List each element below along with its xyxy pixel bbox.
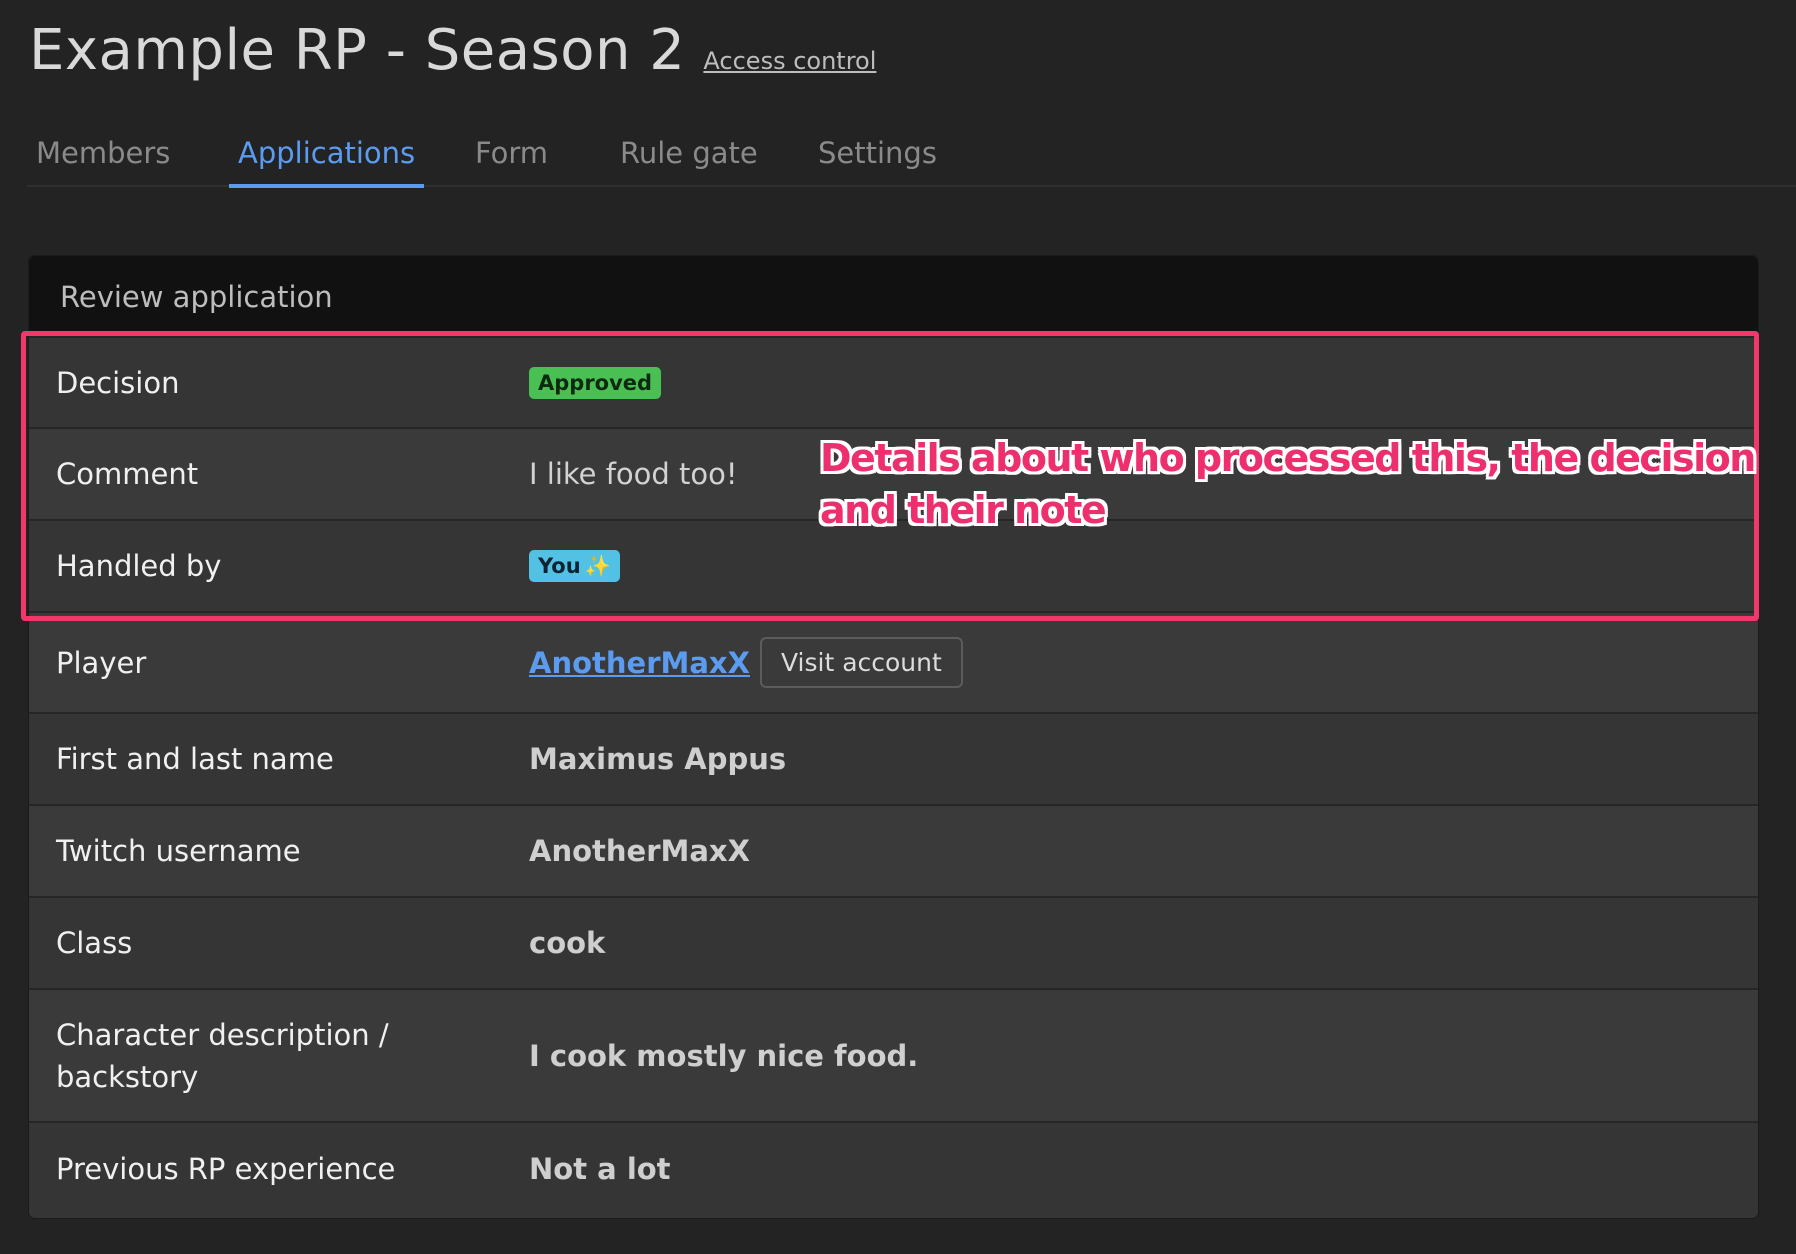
tab-form[interactable]: Form (466, 130, 557, 184)
row-label-line: Character description / (56, 1017, 389, 1052)
row-class: Class cook (29, 896, 1758, 988)
row-value: Not a lot (529, 1152, 671, 1186)
annotation-line: Details about who processed this, the de… (820, 436, 1756, 480)
visit-account-button[interactable]: Visit account (759, 637, 963, 688)
row-value: AnotherMaxX Visit account (529, 637, 963, 688)
review-application-card: Review application Decision Approved Com… (29, 256, 1758, 1218)
row-label: Comment (56, 457, 199, 491)
row-label: Decision (56, 365, 180, 400)
tab-applications[interactable]: Applications (229, 130, 425, 188)
row-label: Player (56, 645, 147, 680)
row-value: Maximus Appus (529, 742, 787, 776)
page-title: Example RP - Season 2 (29, 18, 686, 83)
comment-value: I like food too! (529, 457, 738, 491)
annotation-text: Details about who processed this, the de… (820, 432, 1760, 536)
row-player: Player AnotherMaxX Visit account (29, 611, 1758, 712)
row-name: First and last name Maximus Appus (29, 712, 1758, 804)
row-value: AnotherMaxX (529, 834, 750, 868)
annotation-line: and their note (820, 488, 1107, 532)
row-label: Character description / backstory (29, 1014, 529, 1098)
row-label: Previous RP experience (56, 1152, 396, 1186)
row-backstory: Character description / backstory I cook… (29, 988, 1758, 1121)
card-title: Review application (29, 256, 1758, 336)
tab-members[interactable]: Members (27, 130, 179, 184)
row-value: I cook mostly nice food. (529, 1038, 919, 1073)
row-decision: Decision Approved (29, 336, 1758, 427)
page-header: Example RP - Season 2 Access control (29, 18, 876, 83)
sparkles-icon: ✨ (584, 554, 611, 578)
tab-bar: Members Applications Form Rule gate Sett… (27, 130, 1796, 188)
access-control-link[interactable]: Access control (703, 47, 876, 75)
row-value: cook (529, 926, 606, 960)
row-value: Approved (529, 366, 662, 399)
row-label: Class (56, 926, 133, 960)
player-link[interactable]: AnotherMaxX (529, 646, 750, 680)
status-badge: Approved (529, 366, 662, 399)
row-label: First and last name (56, 742, 334, 776)
handler-badge: You ✨ (529, 550, 620, 582)
row-label: Twitch username (56, 834, 301, 868)
tab-rule-gate[interactable]: Rule gate (611, 130, 767, 184)
tab-settings[interactable]: Settings (809, 130, 946, 184)
row-label-line: backstory (56, 1059, 199, 1094)
row-twitch: Twitch username AnotherMaxX (29, 804, 1758, 896)
row-experience: Previous RP experience Not a lot (29, 1121, 1758, 1215)
handler-name: You (538, 554, 581, 578)
row-label: Handled by (56, 549, 222, 583)
row-value: You ✨ (529, 550, 620, 582)
